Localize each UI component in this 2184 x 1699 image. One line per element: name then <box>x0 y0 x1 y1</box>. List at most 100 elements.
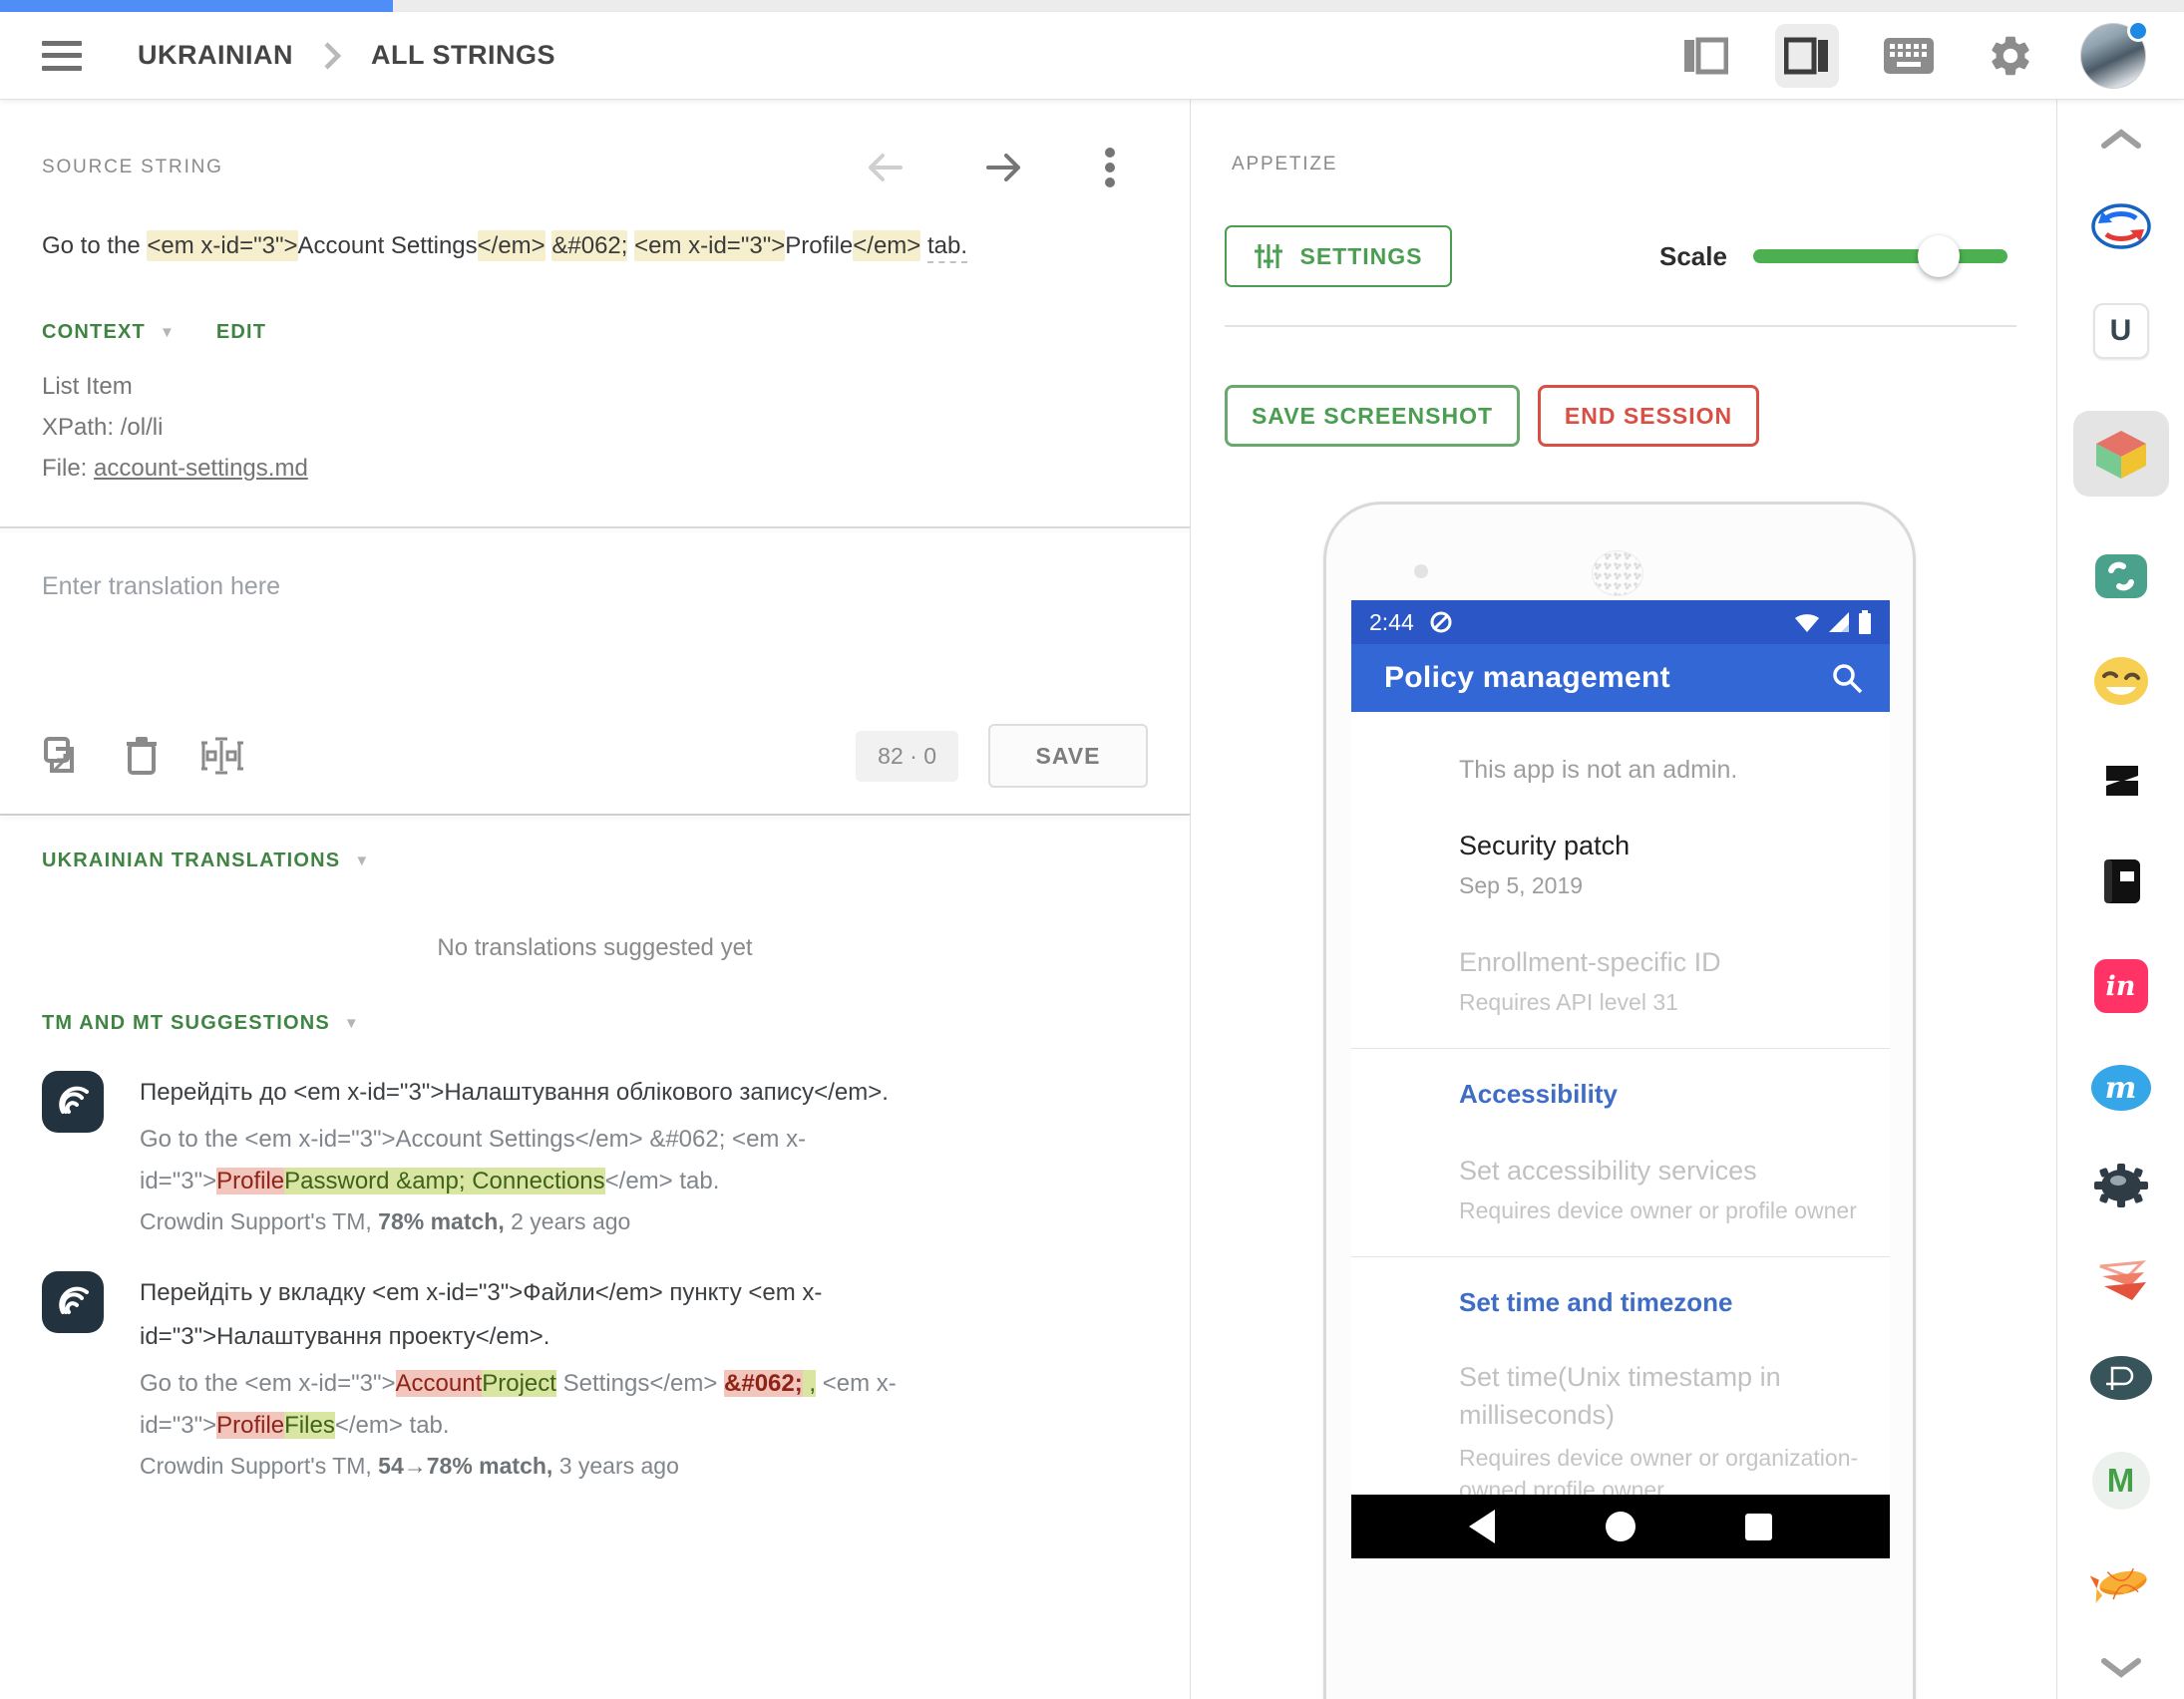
phone-list-item[interactable]: Security patch Sep 5, 2019 <box>1459 831 1860 901</box>
suggestion-source-text: Go to the <em x-id="3">Account Settings<… <box>140 1119 1005 1202</box>
cube-icon[interactable] <box>2073 411 2169 497</box>
breadcrumb-language[interactable]: UKRAINIAN <box>138 40 293 71</box>
tm-suggestion-row[interactable]: Перейдіть у вкладку <em x-id="3">Файли</… <box>0 1235 1190 1480</box>
translation-input[interactable]: Enter translation here <box>0 528 1190 678</box>
translation-placeholder: Enter translation here <box>42 572 280 600</box>
previous-string-icon[interactable] <box>865 152 905 183</box>
scale-slider-knob[interactable] <box>1918 235 1960 277</box>
scale-slider[interactable] <box>1753 249 2007 263</box>
save-screenshot-button[interactable]: SAVE SCREENSHOT <box>1225 385 1520 447</box>
text-cursor-icon[interactable] <box>199 735 243 777</box>
layout-right-icon <box>1784 36 1830 76</box>
phone-section-header: Set time and timezone <box>1459 1287 1860 1318</box>
phone-camera <box>1414 564 1428 578</box>
user-avatar[interactable] <box>2080 23 2146 89</box>
zeplin-icon[interactable] <box>2090 1561 2152 1605</box>
suggestion-meta: Crowdin Support's TM, 78% match, 2 years… <box>140 1208 1005 1235</box>
suggestion-target-text: Перейдіть до <em x-id="3">Налаштування о… <box>140 1071 1005 1115</box>
end-session-button[interactable]: END SESSION <box>1538 385 1759 447</box>
appetize-header: APPETIZE <box>1232 154 1337 175</box>
suggestions-section-header[interactable]: TM AND MT SUGGESTIONS <box>42 1012 330 1035</box>
collapse-down-icon[interactable] <box>2100 1657 2142 1679</box>
phone-list-item: Set accessibility services Requires devi… <box>1459 1156 1860 1226</box>
translation-progress-fill <box>0 0 393 12</box>
nav-recents-icon[interactable] <box>1745 1514 1772 1540</box>
battery-icon <box>1858 610 1872 634</box>
context-file-row: File: account-settings.md <box>42 448 1148 489</box>
wifi-icon <box>1794 611 1820 633</box>
context-caret-icon[interactable]: ▼ <box>160 324 175 341</box>
phone-app-title: Policy management <box>1384 661 1670 695</box>
nav-back-icon[interactable] <box>1469 1510 1495 1543</box>
layout-left-panel-button[interactable] <box>1673 24 1737 88</box>
tm-suggestion-row[interactable]: Перейдіть до <em x-id="3">Налаштування о… <box>0 1035 1190 1235</box>
context-toggle[interactable]: CONTEXT <box>42 321 146 344</box>
phone-speaker <box>1592 550 1643 596</box>
teal-app-icon[interactable] <box>2093 548 2149 604</box>
data-saver-icon <box>1428 609 1454 635</box>
copy-source-icon[interactable] <box>42 735 84 777</box>
usersnap-icon[interactable]: U <box>2093 303 2149 359</box>
settings-gear-button[interactable] <box>1979 24 2042 88</box>
divider <box>1225 325 2016 327</box>
online-status-dot <box>2127 20 2149 42</box>
context-type: List Item <box>42 366 1148 407</box>
crowdin-tm-icon <box>42 1271 104 1333</box>
layout-right-panel-button[interactable] <box>1775 24 1839 88</box>
status-time: 2:44 <box>1369 609 1414 636</box>
next-string-icon[interactable] <box>984 152 1024 183</box>
medium-icon[interactable]: M <box>2092 1452 2150 1510</box>
layout-left-icon <box>1682 36 1728 76</box>
signal-icon <box>1827 611 1851 633</box>
breadcrumb-file[interactable]: ALL STRINGS <box>371 40 555 71</box>
suggestion-meta: Crowdin Support's TM, 54→78% match, 3 ye… <box>140 1453 1005 1480</box>
gear-icon <box>1987 32 2034 80</box>
marvel-icon[interactable]: m <box>2091 1065 2151 1111</box>
sliders-icon <box>1254 241 1283 271</box>
phone-section-header: Accessibility <box>1459 1079 1860 1110</box>
kebab-menu-icon[interactable] <box>1104 146 1116 189</box>
translations-caret-icon[interactable]: ▼ <box>354 852 369 869</box>
phone-list-item: Set time(Unix timestamp in milliseconds)… <box>1459 1358 1860 1506</box>
hamburger-menu-icon[interactable] <box>42 41 82 71</box>
p-badge-icon[interactable] <box>2090 1356 2152 1400</box>
phone-divider <box>1351 1048 1890 1049</box>
phone-screen[interactable]: 2:44 Policy management <box>1351 600 1890 1558</box>
context-xpath: XPath: /ol/li <box>42 407 1148 448</box>
keyboard-icon <box>1883 37 1935 75</box>
phone-list-item: Enrollment-specific ID Requires API leve… <box>1459 947 1860 1018</box>
sync-arrows-icon[interactable] <box>2090 201 2152 251</box>
layers-flag-icon[interactable] <box>2094 1260 2148 1304</box>
suggestions-caret-icon[interactable]: ▼ <box>344 1015 359 1032</box>
nav-home-icon[interactable] <box>1606 1512 1636 1541</box>
collapse-up-icon[interactable] <box>2100 128 2142 150</box>
phone-statusbar: 2:44 <box>1351 600 1890 644</box>
phone-navbar <box>1351 1495 1890 1558</box>
source-string-text: Go to the <em x-id="3">Account Settings<… <box>42 223 1127 269</box>
phone-admin-note: This app is not an admin. <box>1459 756 1860 785</box>
source-string-label: SOURCE STRING <box>42 157 223 178</box>
device-preview: 2:44 Policy management <box>1323 502 1916 1699</box>
zigzag-icon[interactable] <box>2098 758 2144 804</box>
chevron-right-icon <box>321 41 343 71</box>
appetize-settings-button[interactable]: SETTINGS <box>1225 225 1452 287</box>
clear-translation-icon[interactable] <box>126 735 158 777</box>
context-edit-button[interactable]: EDIT <box>216 321 266 344</box>
suggestion-source-text: Go to the <em x-id="3">AccountProject Se… <box>140 1363 1005 1447</box>
book-icon[interactable] <box>2096 855 2146 907</box>
translations-section-header[interactable]: UKRAINIAN TRANSLATIONS <box>42 850 340 872</box>
crowdin-tm-icon <box>42 1071 104 1133</box>
top-header: UKRAINIAN ALL STRINGS <box>0 12 2184 100</box>
phone-appbar: Policy management <box>1351 644 1890 712</box>
invision-icon[interactable]: in <box>2094 959 2148 1013</box>
appetize-panel: APPETIZE SETTINGS Scale SAVE SCREENSHOT … <box>1191 100 2056 1699</box>
context-file-link[interactable]: account-settings.md <box>94 455 308 482</box>
smiley-icon[interactable] <box>2092 656 2150 706</box>
keyboard-shortcuts-button[interactable] <box>1877 24 1941 88</box>
sea-mine-icon[interactable] <box>2092 1163 2150 1208</box>
editor-panel: SOURCE STRING Go to the <em x-id="3">Acc… <box>0 100 1191 1699</box>
breadcrumb: UKRAINIAN ALL STRINGS <box>138 40 555 71</box>
search-icon[interactable] <box>1830 661 1864 695</box>
translation-progress-bar <box>0 0 2184 12</box>
save-translation-button[interactable]: SAVE <box>988 724 1148 788</box>
